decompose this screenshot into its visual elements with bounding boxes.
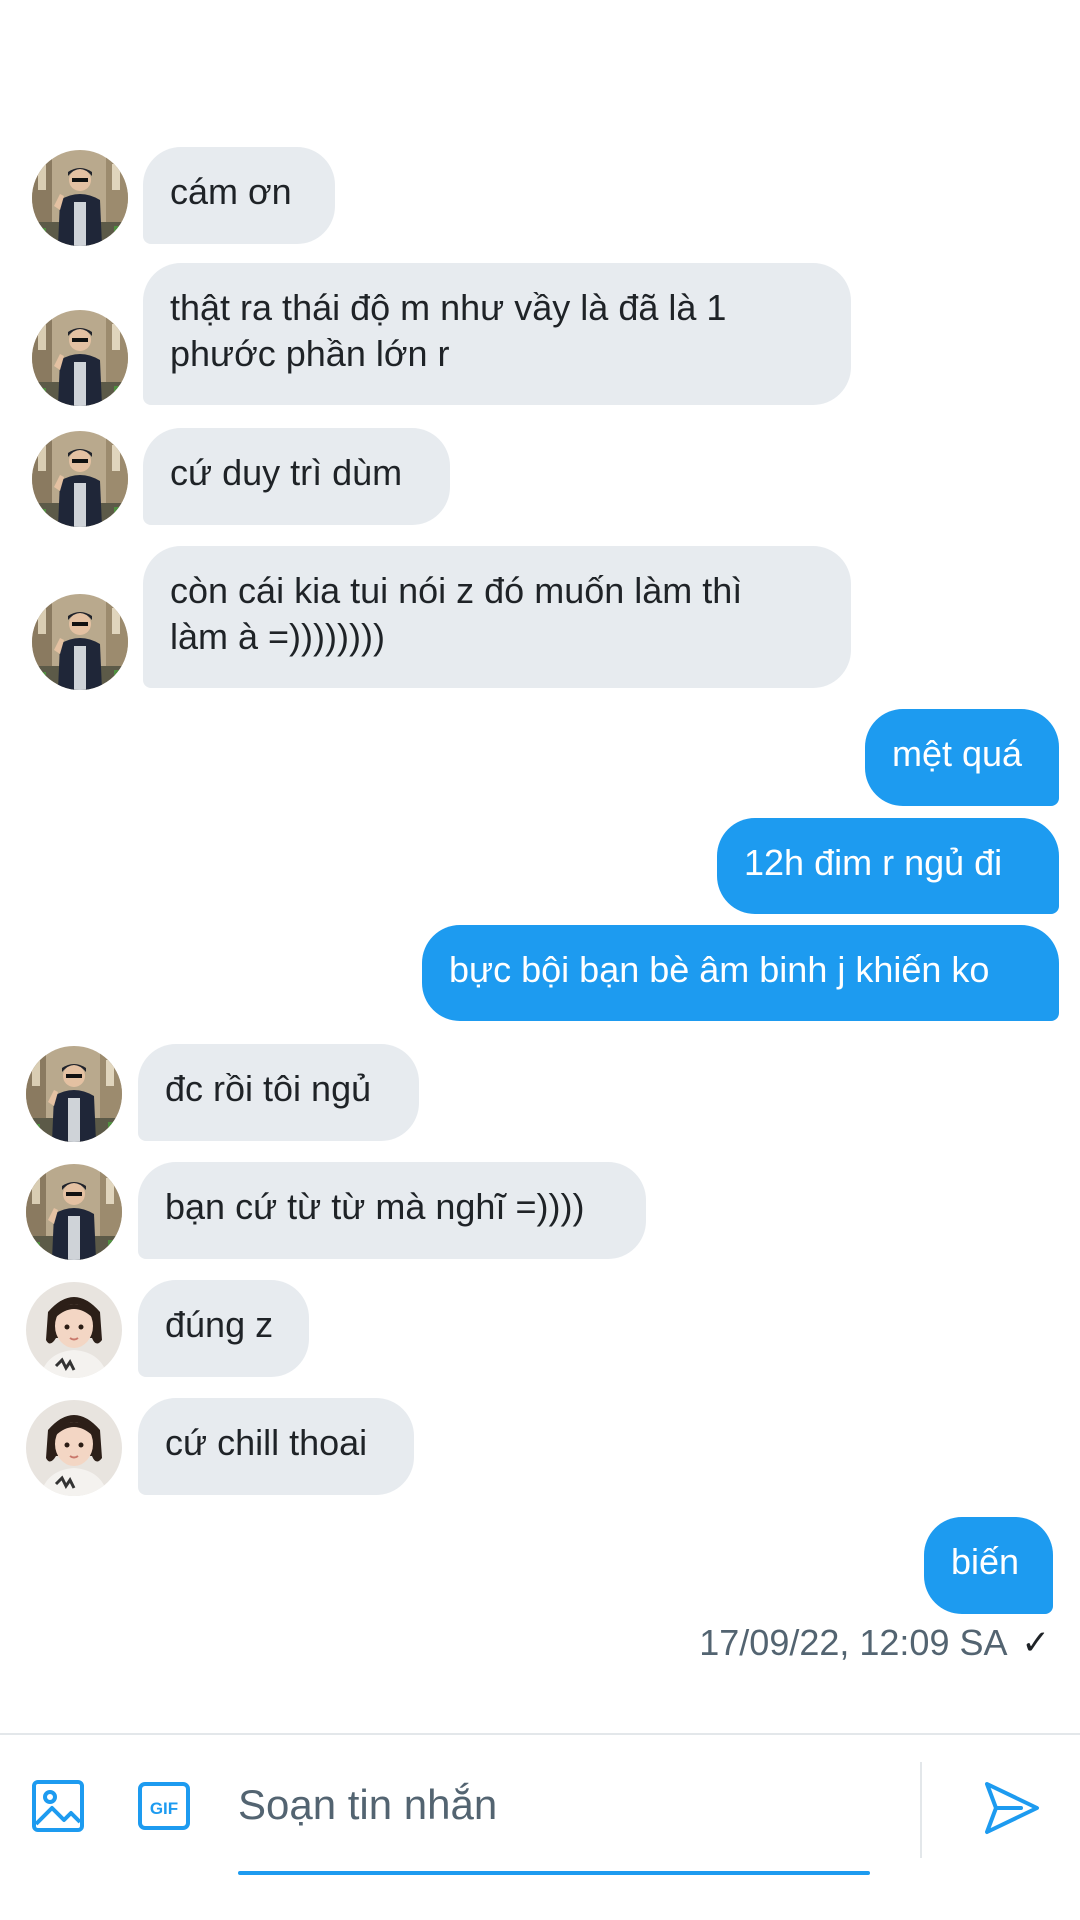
send-button[interactable] [981,1778,1041,1838]
gif-icon[interactable]: GIF [136,1778,192,1834]
avatar[interactable] [26,1046,122,1142]
timestamp-text: 17/09/22, 12:09 SA [699,1622,1008,1663]
message-bubble[interactable]: cứ duy trì dùm [143,428,450,525]
avatar[interactable] [32,594,128,690]
input-underline [238,1871,870,1875]
message-bubble[interactable]: cám ơn [143,147,335,244]
message-bubble[interactable]: bực bội bạn bè âm binh j khiến ko [422,925,1059,1021]
avatar[interactable] [32,431,128,527]
message-bubble[interactable]: thật ra thái độ m như vầy là đã là 1 phư… [143,263,851,405]
avatar[interactable] [26,1282,122,1378]
send-icon [985,1782,1039,1834]
avatar[interactable] [26,1164,122,1260]
avatar[interactable] [26,1400,122,1496]
composer-divider [0,1733,1080,1735]
avatar[interactable] [32,150,128,246]
message-bubble[interactable]: còn cái kia tui nói z đó muốn làm thì là… [143,546,851,688]
message-bubble[interactable]: cứ chill thoai [138,1398,414,1495]
gif-label: GIF [150,1799,178,1818]
image-icon[interactable] [30,1778,86,1834]
message-timestamp: 17/09/22, 12:09 SA ✓ [699,1622,1050,1664]
message-bubble[interactable]: 12h đim r ngủ đi [717,818,1059,914]
check-icon: ✓ [1021,1624,1051,1662]
message-input[interactable] [238,1775,868,1835]
composer-separator [920,1762,922,1858]
message-bubble[interactable]: biến [924,1517,1053,1614]
avatar[interactable] [32,310,128,406]
message-bubble[interactable]: mệt quá [865,709,1059,806]
message-bubble[interactable]: đc rồi tôi ngủ [138,1044,419,1141]
message-bubble[interactable]: bạn cứ từ từ mà nghĩ =)))) [138,1162,646,1259]
message-bubble[interactable]: đúng z [138,1280,309,1377]
